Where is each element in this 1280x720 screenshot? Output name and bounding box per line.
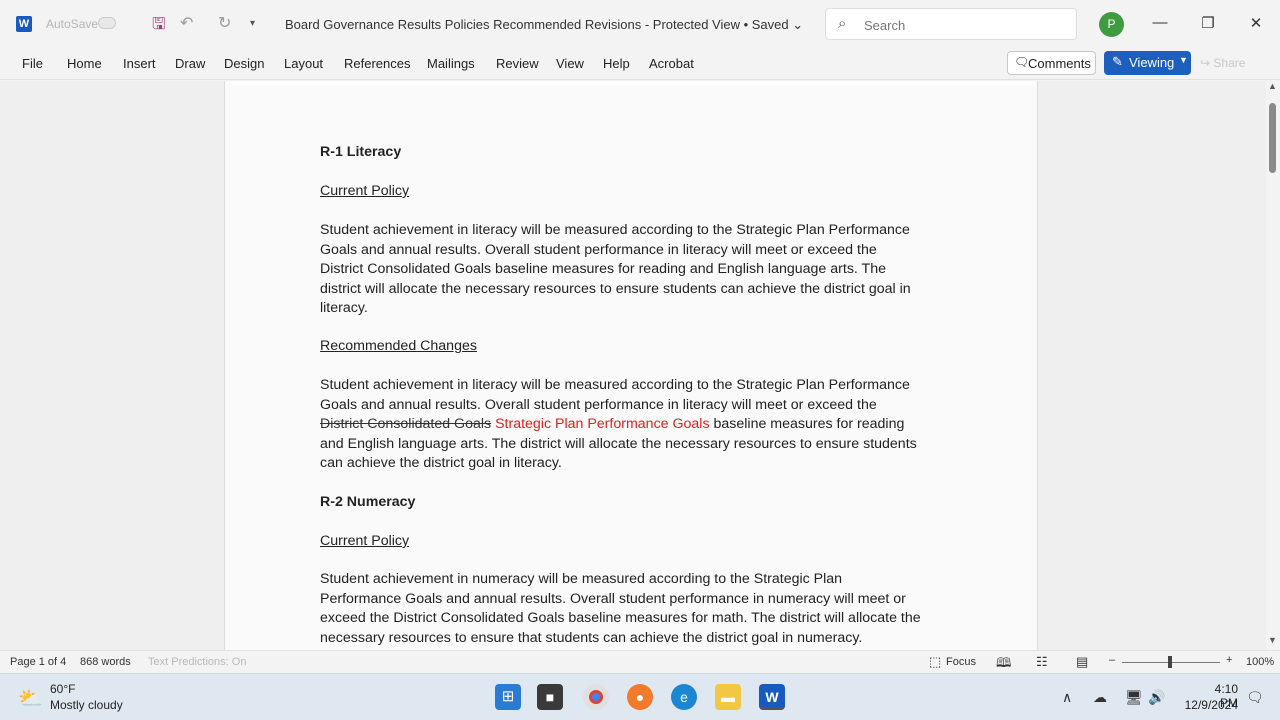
search-box[interactable]: ⌕ [825, 8, 1077, 40]
firefox-icon[interactable]: ● [627, 684, 653, 710]
windows-start-icon[interactable]: ⊞ [495, 684, 521, 710]
autosave-toggle[interactable] [98, 17, 116, 29]
text-predictions-status[interactable]: Text Predictions: On [148, 656, 246, 668]
r1-changes-line-rest: baseline measures for reading [709, 416, 905, 432]
tab-review[interactable]: Review [496, 56, 539, 71]
page-count[interactable]: Page 1 of 4 [10, 656, 66, 668]
search-input[interactable] [864, 15, 1064, 35]
clock-date[interactable]: 12/9/2024 [1180, 698, 1238, 712]
comments-button[interactable]: 🗨 Comments [1007, 51, 1096, 75]
inserted-text: Strategic Plan Performance Goals [495, 416, 710, 432]
tab-layout[interactable]: Layout [284, 56, 323, 71]
restore-icon[interactable]: ❐ [1198, 14, 1218, 32]
taskbar: ⛅ 60°F Mostly cloudy ⊞ ■ ● e ▬ W ∧ ☁ 🖥 🔊… [0, 673, 1280, 720]
r1-current-line: literacy. [320, 300, 368, 316]
minimize-icon[interactable]: — [1150, 14, 1170, 31]
zoom-level[interactable]: 100% [1246, 656, 1274, 668]
document-canvas: R-1 Literacy Current Policy Student achi… [0, 81, 1266, 650]
deleted-text: District Consolidated Goals [320, 416, 492, 432]
zoom-in-icon[interactable]: + [1226, 654, 1232, 666]
r2-current-policy-label: Current Policy [320, 533, 410, 549]
notifications-icon[interactable]: 🗨 [1246, 689, 1264, 706]
status-bar: Page 1 of 4 868 words Text Predictions: … [0, 650, 1280, 673]
chevron-down-icon: ▼ [1179, 55, 1188, 65]
avatar[interactable]: P [1099, 12, 1124, 37]
title-bar: W AutoSave 🖫 ↶ ↻ ▾ Board Governance Resu… [0, 0, 1280, 48]
partly-cloudy-icon[interactable]: ⛅ [18, 686, 43, 711]
r1-current-line: District Consolidated Goals baseline mea… [320, 261, 886, 277]
r1-recommended-changes-label: Recommended Changes [320, 338, 477, 354]
r2-current-line: Student achievement in numeracy will be … [320, 571, 843, 587]
r2-current-line: exceed the District Consolidated Goals b… [320, 610, 921, 626]
edge-icon[interactable]: e [671, 684, 697, 710]
undo-icon[interactable]: ↶ [180, 13, 193, 33]
r1-changes-line: Goals and annual results. Overall studen… [320, 396, 877, 413]
share-icon: ↪ [1200, 56, 1214, 70]
r1-changes-line: Student achievement in literacy will be … [320, 377, 910, 393]
r1-changes-line: can achieve the district goal in literac… [320, 455, 562, 471]
customize-toolbar-icon[interactable]: ▾ [250, 18, 255, 29]
scrollbar-thumb[interactable] [1269, 103, 1276, 173]
scroll-down-icon[interactable]: ▼ [1268, 635, 1277, 645]
search-icon: ⌕ [838, 15, 847, 32]
comments-button-label: Comments [1028, 56, 1091, 71]
weather-temperature[interactable]: 60°F [50, 682, 75, 696]
network-icon[interactable]: 🖥 [1125, 689, 1143, 706]
r1-current-line: Goals and annual results. Overall studen… [320, 241, 877, 258]
document-page[interactable]: R-1 Literacy Current Policy Student achi… [224, 81, 1038, 650]
chevron-up-icon[interactable]: ∧ [1062, 689, 1072, 706]
r1-current-line: Student achievement in literacy will be … [320, 222, 910, 238]
r1-heading: R-1 Literacy [320, 144, 402, 160]
share-button-label: Share [1213, 56, 1246, 70]
word-logo-icon: W [16, 16, 32, 32]
tab-help[interactable]: Help [603, 56, 630, 71]
tab-view[interactable]: View [556, 56, 584, 71]
word-taskbar-icon[interactable]: W [759, 684, 785, 710]
zoom-slider-thumb[interactable] [1168, 656, 1172, 668]
r1-current-line: district will allocate the necessary res… [320, 280, 911, 297]
save-icon[interactable]: 🖫 [152, 13, 166, 40]
web-layout-icon[interactable]: ▤ [1076, 654, 1088, 670]
r2-heading: R-2 Numeracy [320, 494, 416, 510]
folder-icon[interactable]: ▬ [715, 684, 741, 710]
focus-icon: ⬚ [929, 654, 942, 669]
tab-insert[interactable]: Insert [123, 56, 156, 71]
redo-icon[interactable]: ↻ [218, 13, 231, 33]
viewing-mode-button[interactable]: ✎ Viewing ▼ [1104, 51, 1191, 75]
share-button[interactable]: ↪ Share [1200, 56, 1245, 70]
zoom-out-icon[interactable]: – [1109, 654, 1115, 666]
r1-changes-line: and English language arts. The district … [320, 435, 917, 452]
r1-changes-line-tracked: District Consolidated Goals Strategic Pl… [320, 415, 904, 435]
focus-button[interactable]: Focus [946, 656, 976, 668]
ribbon: File Home Insert Draw Design Layout Refe… [0, 48, 1280, 80]
r2-current-line: necessary resources to ensure that stude… [320, 629, 863, 646]
r2-current-line: Performance Goals and annual results. Ov… [320, 590, 906, 607]
chrome-icon[interactable] [583, 684, 609, 710]
word-count[interactable]: 868 words [80, 656, 131, 668]
tab-acrobat[interactable]: Acrobat [649, 56, 694, 71]
tab-mailings[interactable]: Mailings [427, 56, 475, 71]
vertical-scrollbar[interactable]: ▲ ▼ [1266, 81, 1280, 650]
r1-current-policy-label: Current Policy [320, 183, 410, 199]
file-explorer-dark-icon[interactable]: ■ [537, 684, 563, 710]
close-icon[interactable]: ✕ [1246, 14, 1266, 32]
tab-references[interactable]: References [344, 56, 410, 71]
print-layout-icon[interactable]: ☷ [1036, 654, 1048, 670]
autosave-label: AutoSave [46, 17, 99, 31]
document-title[interactable]: Board Governance Results Policies Recomm… [285, 17, 803, 33]
volume-icon[interactable]: 🔊 [1148, 689, 1165, 706]
tab-design[interactable]: Design [224, 56, 264, 71]
comment-icon: 🗨 [1014, 55, 1030, 69]
tab-file[interactable]: File [22, 56, 43, 71]
pencil-icon: ✎ [1112, 54, 1123, 69]
tab-draw[interactable]: Draw [175, 56, 205, 71]
tab-home[interactable]: Home [67, 56, 102, 71]
scroll-up-icon[interactable]: ▲ [1268, 81, 1277, 91]
viewing-button-label: Viewing [1129, 55, 1175, 70]
weather-description[interactable]: Mostly cloudy [50, 698, 123, 712]
onedrive-icon[interactable]: ☁ [1093, 689, 1107, 706]
